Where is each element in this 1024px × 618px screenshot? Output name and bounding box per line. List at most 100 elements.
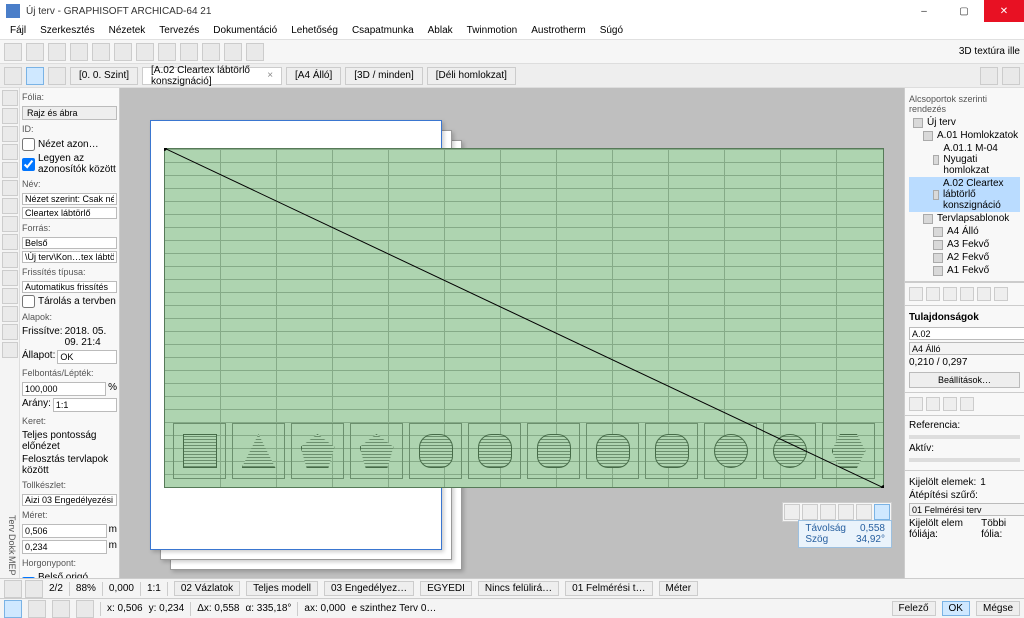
qo-1-icon[interactable] xyxy=(909,397,923,411)
tab-cleartex[interactable]: [A.02 Cleartex lábtörlő konszignáció]× xyxy=(142,67,282,85)
nezet-azon-check[interactable] xyxy=(22,138,35,151)
qo-3-icon[interactable] xyxy=(943,397,957,411)
felbontas-field[interactable] xyxy=(22,382,106,396)
zoom-in-icon[interactable] xyxy=(25,580,43,598)
tree-homlokzatok[interactable]: A.01 Homlokzatok xyxy=(909,129,1020,142)
meret-h-field[interactable] xyxy=(22,540,107,554)
tool-cut-icon[interactable] xyxy=(114,43,132,61)
tree-a3[interactable]: A3 Fekvő xyxy=(909,238,1020,251)
referencia-slider[interactable] xyxy=(909,435,1020,439)
text-icon[interactable] xyxy=(2,288,18,304)
tool-print-icon[interactable] xyxy=(224,43,242,61)
wall-icon[interactable] xyxy=(2,108,18,124)
side-tab-mep[interactable]: MEP xyxy=(2,556,17,576)
tab-floor-plan[interactable]: [0. 0. Szint] xyxy=(70,67,138,85)
forras-path-field[interactable] xyxy=(22,251,117,263)
menu-window[interactable]: Ablak xyxy=(422,23,459,38)
zone-icon[interactable] xyxy=(2,252,18,268)
menu-teamwork[interactable]: Csapatmunka xyxy=(346,23,420,38)
menu-documentation[interactable]: Dokumentáció xyxy=(207,23,283,38)
view-icon-2[interactable] xyxy=(802,504,818,520)
seg-meter[interactable]: Méter xyxy=(659,581,699,596)
zoom-out-icon[interactable] xyxy=(4,580,22,598)
nav-tool-3-icon[interactable] xyxy=(943,287,957,301)
felezo-dropdown[interactable]: Felező xyxy=(892,601,936,616)
object-icon[interactable] xyxy=(2,270,18,286)
navigator-icon[interactable] xyxy=(980,67,998,85)
tool-paste-icon[interactable] xyxy=(158,43,176,61)
tool-copy-icon[interactable] xyxy=(136,43,154,61)
nav-tool-6-icon[interactable] xyxy=(994,287,1008,301)
tab-close-icon[interactable]: × xyxy=(267,70,273,81)
forras-belso-field[interactable] xyxy=(22,237,117,249)
nav-tool-4-icon[interactable] xyxy=(960,287,974,301)
seg-felmeres[interactable]: 01 Felmérési t… xyxy=(565,581,652,596)
cleartex-field[interactable] xyxy=(22,207,117,219)
tree-a2[interactable]: A2 Fekvő xyxy=(909,251,1020,264)
seg-egyedi[interactable]: EGYEDI xyxy=(420,581,472,596)
view-icon-3[interactable] xyxy=(820,504,836,520)
menu-edit[interactable]: Szerkesztés xyxy=(34,23,100,38)
tool-layer-icon[interactable] xyxy=(202,43,220,61)
tab-a4[interactable]: [A4 Álló] xyxy=(286,67,341,85)
view-icon-4[interactable] xyxy=(838,504,854,520)
menu-file[interactable]: Fájl xyxy=(4,23,32,38)
settings-button[interactable]: Beállítások… xyxy=(909,372,1020,388)
seg-teljes[interactable]: Teljes modell xyxy=(246,581,318,596)
qo-2-icon[interactable] xyxy=(926,397,940,411)
ok-button[interactable]: OK xyxy=(942,601,970,616)
tab-elevation[interactable]: [Déli homlokzat] xyxy=(427,67,516,85)
side-tab-terv[interactable]: Terv xyxy=(2,515,17,532)
menu-austrotherm[interactable]: Austrotherm xyxy=(525,23,591,38)
menu-views[interactable]: Nézetek xyxy=(103,23,152,38)
zoom-pct[interactable]: 88% xyxy=(76,583,96,594)
drawing-sheet[interactable] xyxy=(164,148,884,488)
beam-icon[interactable] xyxy=(2,180,18,196)
door-icon[interactable] xyxy=(2,126,18,142)
belso-origo-check[interactable] xyxy=(22,577,35,579)
roof-icon[interactable] xyxy=(2,216,18,232)
organizer-icon[interactable] xyxy=(1002,67,1020,85)
tool-open-icon[interactable] xyxy=(26,43,44,61)
menu-options[interactable]: Lehetőség xyxy=(285,23,344,38)
nav-tool-1-icon[interactable] xyxy=(909,287,923,301)
maximize-button[interactable]: ▢ xyxy=(944,0,984,22)
tool-new-icon[interactable] xyxy=(4,43,22,61)
tool-3d-icon[interactable] xyxy=(246,43,264,61)
dimension-icon[interactable] xyxy=(2,306,18,322)
nezet-csaknev-field[interactable] xyxy=(22,193,117,205)
view-icon-6[interactable] xyxy=(874,504,890,520)
menu-design[interactable]: Tervezés xyxy=(153,23,205,38)
mesh-icon[interactable] xyxy=(2,234,18,250)
allapot-field[interactable] xyxy=(57,350,117,364)
tree-a1[interactable]: A1 Fekvő xyxy=(909,264,1020,277)
tool-save-icon[interactable] xyxy=(48,43,66,61)
side-tab-dokk[interactable]: Dokk xyxy=(2,534,17,555)
tab-nav-prev-icon[interactable] xyxy=(48,67,66,85)
column-icon[interactable] xyxy=(2,162,18,178)
tree-sablonok[interactable]: Tervlapsablonok xyxy=(909,212,1020,225)
tree-root[interactable]: Új terv xyxy=(909,116,1020,129)
drawing-canvas[interactable]: Távolság0,558 Szög34,92° xyxy=(120,88,904,578)
arany-field[interactable] xyxy=(53,398,117,412)
snap-3-icon[interactable] xyxy=(52,600,70,618)
tab-3d[interactable]: [3D / minden] xyxy=(345,67,422,85)
cancel-button[interactable]: Mégse xyxy=(976,601,1020,616)
tool-measure-icon[interactable] xyxy=(180,43,198,61)
qo-4-icon[interactable] xyxy=(960,397,974,411)
scale-readout[interactable]: 1:1 xyxy=(147,583,161,594)
line-icon[interactable] xyxy=(2,342,18,358)
slab-icon[interactable] xyxy=(2,198,18,214)
legyen-check[interactable] xyxy=(22,158,35,171)
arrow-tool-icon[interactable] xyxy=(4,67,22,85)
seg-engedely[interactable]: 03 Engedélyez… xyxy=(324,581,414,596)
nav-tool-5-icon[interactable] xyxy=(977,287,991,301)
fill-icon[interactable] xyxy=(2,324,18,340)
aktiv-slider[interactable] xyxy=(909,458,1020,462)
arrow-icon[interactable] xyxy=(2,90,18,106)
view-icon-1[interactable] xyxy=(784,504,800,520)
tree-nyugati[interactable]: A.01.1 M-04 Nyugati homlokzat xyxy=(909,142,1020,177)
meret-w-field[interactable] xyxy=(22,524,107,538)
view-icon-5[interactable] xyxy=(856,504,872,520)
nav-tool-2-icon[interactable] xyxy=(926,287,940,301)
